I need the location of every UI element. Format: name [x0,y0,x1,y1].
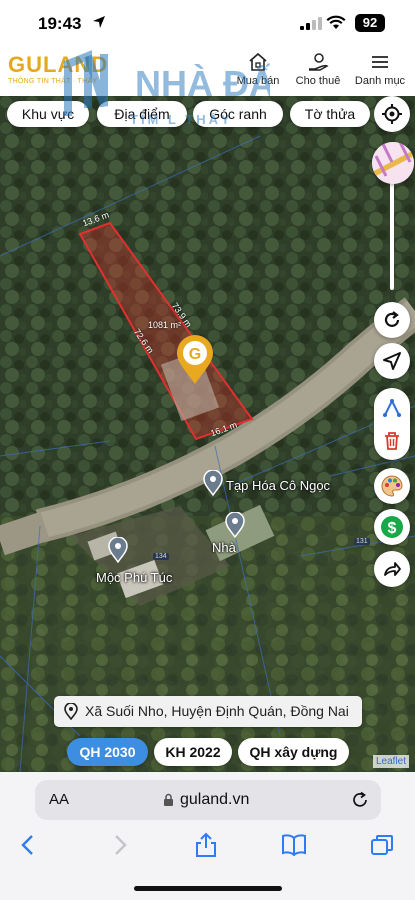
location-address-bar[interactable]: Xã Suối Nho, Huyện Định Quán, Đồng Nai [54,696,362,727]
reload-page-icon[interactable] [351,791,369,809]
cellular-signal-icon [300,17,322,30]
road-number-badge: 134 [153,553,169,560]
dollar-icon: $ [381,516,403,538]
map-layer-thumbnail-icon [372,142,414,184]
poi-pin-icon[interactable] [225,512,245,538]
poi-label[interactable]: Tạp Hóa Cô Ngọc [226,478,330,493]
svg-text:G: G [189,346,201,363]
tabs-icon[interactable] [370,834,394,856]
guland-logo[interactable]: GULAND THÔNG TIN THẬT · THẤY [8,52,108,85]
rent-hand-icon [309,53,329,71]
price-button[interactable]: $ [374,509,410,545]
map-style-button[interactable] [374,468,410,504]
bookmarks-icon[interactable] [281,834,307,856]
back-arrow-icon[interactable] [20,834,36,856]
nav-label: Mua bán [236,75,280,87]
my-location-button[interactable] [374,343,410,379]
road-number-badge: 131 [354,538,370,545]
browser-toolbar: AA guland.vn [0,772,415,900]
status-time: 19:43 [38,14,82,33]
filter-khu-vuc-chip[interactable]: Khu vực [7,101,89,127]
filter-to-thua-chip[interactable]: Tờ thửa [290,101,370,127]
plan-qh-xay-dung-button[interactable]: QH xây dựng [238,738,349,766]
draw-tools-group [374,388,410,460]
app-header: GULAND THÔNG TIN THẬT · THẤY Mua bán Cho… [0,46,415,96]
poi-label[interactable]: Mộc Phú Túc [96,570,172,585]
draw-measure-icon[interactable] [381,397,403,419]
url-bar[interactable]: AA guland.vn [35,780,381,820]
nav-mua-ban-button[interactable]: Mua bán [228,52,288,87]
nav-label: Cho thuê [295,75,341,87]
gps-locate-button[interactable] [374,96,410,132]
share-sheet-icon[interactable] [194,832,218,858]
poi-label[interactable]: Nhà [212,540,236,555]
filter-goc-ranh-chip[interactable]: Góc ranh [193,101,283,127]
location-arrow-icon [93,16,105,28]
forward-arrow-icon[interactable] [112,834,128,856]
plan-kh2022-button[interactable]: KH 2022 [154,738,232,766]
status-bar: 19:43 92 [0,0,415,46]
poi-pin-icon[interactable] [108,537,128,563]
reload-icon [384,311,400,327]
svg-text:$: $ [388,520,397,537]
nav-label: Danh mục [354,75,406,87]
nav-danh-muc-button[interactable]: Danh mục [350,52,410,87]
address-text: Xã Suối Nho, Huyện Định Quán, Đồng Nai [85,703,349,719]
locate-arrow-icon [383,352,401,370]
lock-icon [164,793,173,806]
leaflet-attribution[interactable]: Leaflet [373,755,410,768]
map-pin-icon [64,703,78,720]
layer-thumbnail-knob[interactable] [372,142,414,184]
logo-text: GULAND [8,52,109,77]
crosshair-icon [382,104,402,124]
layer-opacity-slider[interactable] [390,180,394,290]
map-imagery [0,96,415,772]
menu-icon [372,56,388,68]
reload-button[interactable] [374,302,410,338]
wifi-icon [326,15,346,29]
home-indicator [134,886,282,891]
reader-settings-button[interactable]: AA [49,791,69,808]
share-button[interactable] [374,551,410,587]
trash-icon[interactable] [383,431,401,451]
filter-dia-diem-chip[interactable]: Địa điểm [97,101,187,127]
plan-qh2030-button[interactable]: QH 2030 [67,738,148,766]
url-text: guland.vn [180,791,250,808]
satellite-map[interactable]: 13.6 m 73.9 m 72.6 m 1081 m² 16.1 m G Tạ… [0,96,415,772]
logo-subtitle: THÔNG TIN THẬT · THẤY [8,78,98,85]
nav-cho-thue-button[interactable]: Cho thuê [288,52,348,87]
battery-indicator: 92 [355,14,385,32]
share-icon [384,562,401,576]
parcel-area-label: 1081 m² [148,320,182,330]
guland-pin-marker[interactable]: G [175,334,215,386]
palette-icon [381,475,403,497]
poi-pin-icon[interactable] [203,470,223,496]
house-icon [249,52,267,71]
